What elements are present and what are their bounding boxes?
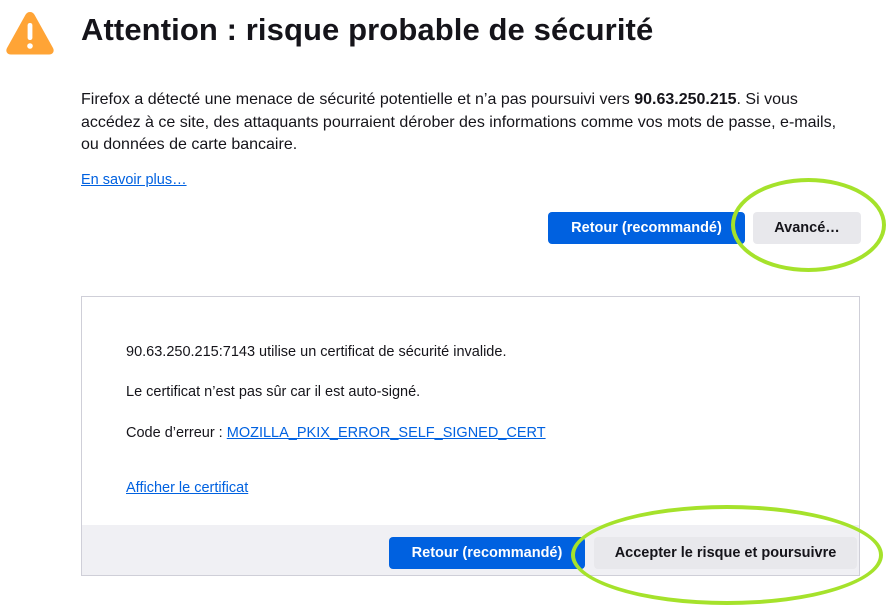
advanced-button[interactable]: Avancé… (753, 212, 861, 244)
error-code-label: Code d’erreur : (126, 425, 227, 441)
intro-text-before: Firefox a détecté une menace de sécurité… (81, 91, 635, 108)
error-code-link[interactable]: MOZILLA_PKIX_ERROR_SELF_SIGNED_CERT (227, 425, 546, 441)
intro-host: 90.63.250.215 (634, 91, 737, 108)
back-button[interactable]: Retour (recommandé) (548, 212, 745, 244)
intro-paragraph: Firefox a détecté une menace de sécurité… (81, 89, 856, 157)
advanced-details-panel: 90.63.250.215:7143 utilise un certificat… (81, 296, 860, 576)
view-certificate-link[interactable]: Afficher le certificat (126, 480, 248, 496)
error-code-line: Code d’erreur : MOZILLA_PKIX_ERROR_SELF_… (126, 425, 546, 441)
learn-more-link[interactable]: En savoir plus… (81, 172, 187, 188)
self-signed-text: Le certificat n’est pas sûr car il est a… (126, 384, 421, 400)
invalid-cert-text: 90.63.250.215:7143 utilise un certificat… (126, 344, 507, 360)
accept-risk-button[interactable]: Accepter le risque et poursuivre (594, 537, 857, 569)
page-title: Attention : risque probable de sécurité (81, 12, 654, 47)
warning-triangle-icon (6, 12, 54, 55)
back-button-secondary[interactable]: Retour (recommandé) (389, 537, 585, 569)
security-warning-page: Attention : risque probable de sécurité … (0, 0, 886, 607)
